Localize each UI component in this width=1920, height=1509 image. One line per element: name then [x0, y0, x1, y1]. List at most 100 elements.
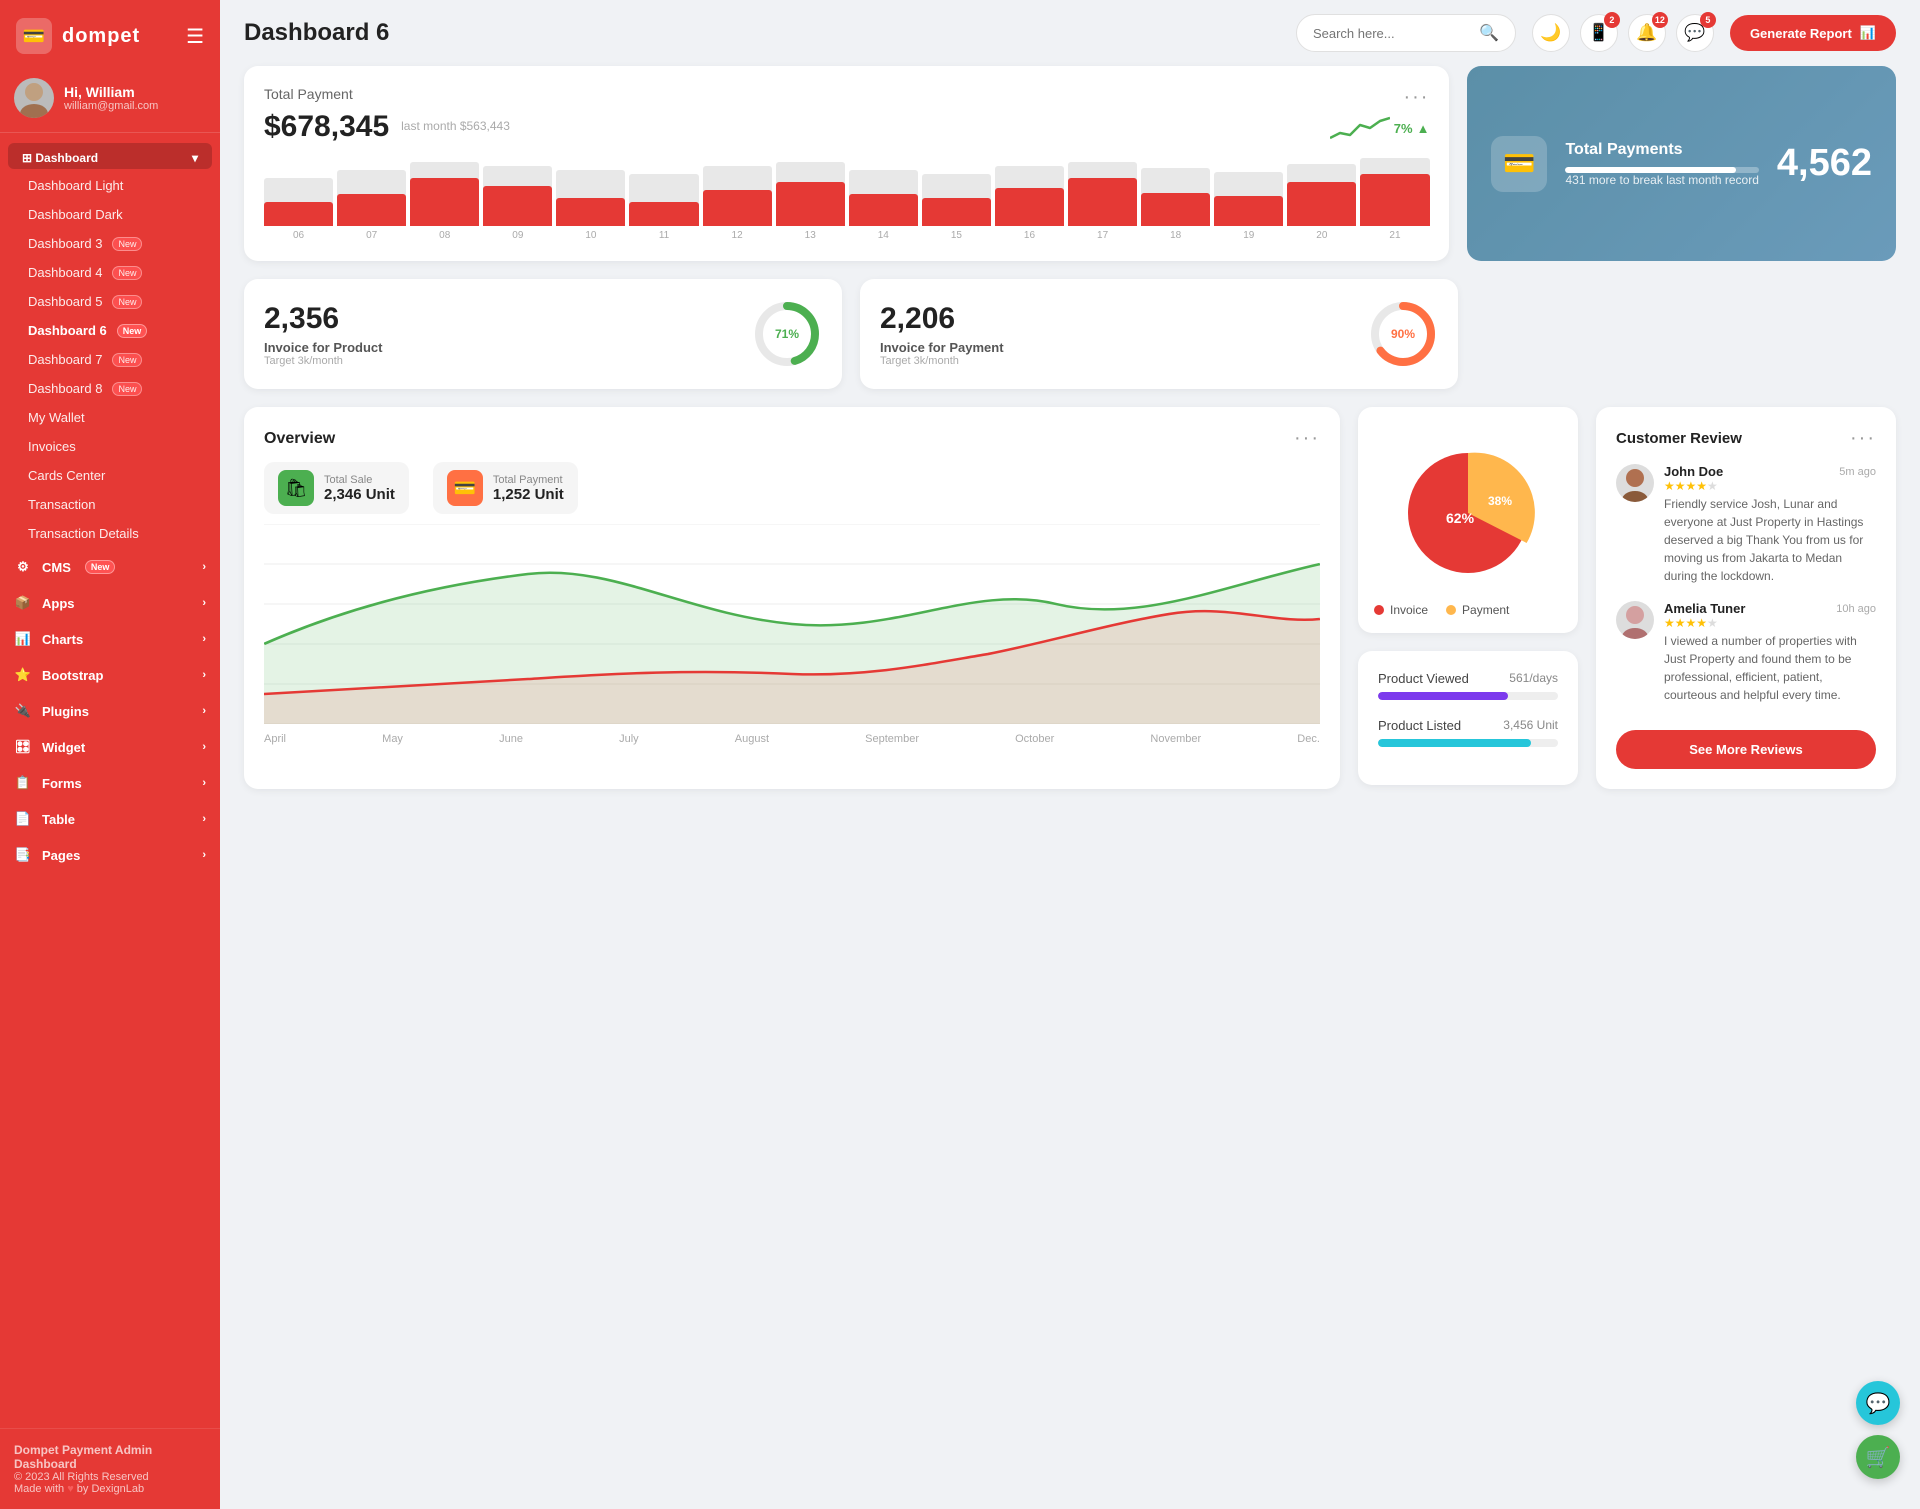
messages-btn[interactable]: 💬 5	[1676, 14, 1714, 52]
table-icon: 📄	[14, 811, 32, 827]
new-badge: New	[85, 560, 116, 574]
user-info: Hi, William william@gmail.com	[64, 84, 158, 112]
copyright: © 2023 All Rights Reserved	[14, 1471, 206, 1483]
sidebar-item-pages[interactable]: 📑 Pages ›	[0, 838, 220, 872]
notifications-btn[interactable]: 🔔 12	[1628, 14, 1666, 52]
forms-icon: 📋	[14, 775, 32, 791]
payment-legend: Payment	[1446, 603, 1509, 617]
total-payments-blue-card: 💳 Total Payments 431 more to break last …	[1467, 66, 1896, 261]
sidebar-item-dashboard-5[interactable]: Dashboard 5New	[0, 287, 220, 316]
fab-wrap: 💬 🛒	[1856, 1381, 1900, 1479]
pages-icon: 📑	[14, 847, 32, 863]
sidebar-item-dashboard-8[interactable]: Dashboard 8New	[0, 374, 220, 403]
trend-line-icon	[1330, 113, 1390, 143]
svg-text:38%: 38%	[1488, 494, 1512, 508]
reviewer-1-avatar	[1616, 464, 1654, 502]
product-viewed-fill	[1378, 692, 1508, 700]
content: Total Payment $678,345 last month $563,4…	[220, 66, 1920, 813]
more-options-btn[interactable]: ···	[1403, 86, 1429, 109]
card-header: Total Payment $678,345 last month $563,4…	[264, 86, 1429, 146]
sidebar-item-dashboard-dark[interactable]: Dashboard Dark	[0, 200, 220, 229]
username: Hi, William	[64, 84, 158, 100]
new-badge: New	[112, 382, 142, 396]
reviewer-2-stars: ★★★★★	[1664, 616, 1876, 630]
menu-toggle-icon[interactable]: ☰	[186, 24, 204, 49]
sidebar-item-plugins[interactable]: 🔌 Plugins ›	[0, 694, 220, 728]
product-viewed-value: 561/days	[1509, 671, 1558, 686]
star-icon: ⭐	[14, 667, 32, 683]
blue-card-number: 4,562	[1777, 142, 1872, 185]
payment-icon: 💳	[447, 470, 483, 506]
cart-fab[interactable]: 🛒	[1856, 1435, 1900, 1479]
row2-spacer	[1476, 279, 1896, 389]
review-more-btn[interactable]: ···	[1850, 427, 1876, 450]
row-2: 2,356 Invoice for Product Target 3k/mont…	[244, 279, 1896, 389]
chevron-right-icon: ›	[202, 777, 206, 789]
chat-fab[interactable]: 💬	[1856, 1381, 1900, 1425]
right-col: 62% 38% Invoice Payment	[1358, 407, 1578, 789]
total-payment-chip: 💳 Total Payment 1,252 Unit	[433, 462, 578, 514]
sidebar-item-transaction-details[interactable]: Transaction Details	[0, 519, 220, 548]
invoice-product-target: Target 3k/month	[264, 355, 382, 367]
trend-value: 7% ▲	[1330, 113, 1430, 143]
sidebar-item-dashboard-light[interactable]: Dashboard Light	[0, 171, 220, 200]
sidebar: 💳 dompet ☰ Hi, William william@gmail.com…	[0, 0, 220, 1509]
pie-legend: Invoice Payment	[1374, 603, 1562, 617]
sidebar-item-cms[interactable]: ⚙ CMS New ›	[0, 550, 220, 584]
invoice-payment-info: 2,206 Invoice for Payment Target 3k/mont…	[880, 302, 1004, 367]
total-payment-chip-label: Total Payment	[493, 474, 564, 486]
user-email: william@gmail.com	[64, 100, 158, 112]
product-viewed-label: Product Viewed	[1378, 671, 1469, 686]
donut-pct: 71%	[775, 327, 799, 341]
blue-card-sub: 431 more to break last month record	[1565, 173, 1758, 187]
sidebar-user: Hi, William william@gmail.com	[0, 68, 220, 133]
reviewer-2-avatar	[1616, 601, 1654, 639]
sidebar-item-my-wallet[interactable]: My Wallet	[0, 403, 220, 432]
pie-chart: 62% 38%	[1388, 433, 1548, 593]
total-payment-amount: $678,345	[264, 110, 389, 144]
apps-btn[interactable]: 📱 2	[1580, 14, 1618, 52]
sidebar-item-table[interactable]: 📄 Table ›	[0, 802, 220, 836]
theme-toggle-btn[interactable]: 🌙	[1532, 14, 1570, 52]
sidebar-item-dashboard-4[interactable]: Dashboard 4New	[0, 258, 220, 287]
bar-group	[483, 146, 552, 226]
product-listed-progress	[1378, 739, 1558, 747]
invoice-product-card: 2,356 Invoice for Product Target 3k/mont…	[244, 279, 842, 389]
charts-icon: 📊	[14, 631, 32, 647]
sidebar-item-transaction[interactable]: Transaction	[0, 490, 220, 519]
sidebar-item-cards-center[interactable]: Cards Center	[0, 461, 220, 490]
dashboard-nav-header[interactable]: ⊞ Dashboard ▾	[8, 143, 212, 169]
new-badge: New	[112, 266, 142, 280]
search-input[interactable]	[1313, 26, 1471, 41]
invoice-product-label: Invoice for Product	[264, 340, 382, 355]
bar-group	[995, 146, 1064, 226]
review-item-2: Amelia Tuner 10h ago ★★★★★ I viewed a nu…	[1616, 601, 1876, 704]
sidebar-item-charts[interactable]: 📊 Charts ›	[0, 622, 220, 656]
invoice-product-info: 2,356 Invoice for Product Target 3k/mont…	[264, 302, 382, 367]
sidebar-item-invoices[interactable]: Invoices	[0, 432, 220, 461]
bar-group	[849, 146, 918, 226]
sidebar-item-apps[interactable]: 📦 Apps ›	[0, 586, 220, 620]
invoice-product-value: 2,356	[264, 302, 382, 336]
search-bar[interactable]: 🔍	[1296, 14, 1516, 52]
row-1: Total Payment $678,345 last month $563,4…	[244, 66, 1896, 261]
sidebar-item-dashboard-7[interactable]: Dashboard 7New	[0, 345, 220, 374]
sidebar-item-dashboard-6[interactable]: Dashboard 6New	[0, 316, 220, 345]
x-axis-labels: April May June July August September Oct…	[264, 729, 1320, 749]
generate-report-button[interactable]: Generate Report 📊	[1730, 15, 1896, 51]
widget-icon: 🎛	[14, 739, 32, 755]
review-header: Customer Review ···	[1616, 427, 1876, 450]
invoice-payment-label: Invoice for Payment	[880, 340, 1004, 355]
reviewer-1-time: 5m ago	[1839, 466, 1876, 478]
reviewer-2-text: I viewed a number of properties with Jus…	[1664, 632, 1876, 704]
overview-more-btn[interactable]: ···	[1294, 427, 1320, 450]
invoice-legend: Invoice	[1374, 603, 1428, 617]
chevron-right-icon: ›	[202, 705, 206, 717]
sidebar-item-bootstrap[interactable]: ⭐ Bootstrap ›	[0, 658, 220, 692]
sidebar-item-forms[interactable]: 📋 Forms ›	[0, 766, 220, 800]
product-viewed-progress	[1378, 692, 1558, 700]
sidebar-item-dashboard-3[interactable]: Dashboard 3New	[0, 229, 220, 258]
sidebar-item-widget[interactable]: 🎛 Widget ›	[0, 730, 220, 764]
product-listed-fill	[1378, 739, 1531, 747]
see-more-reviews-button[interactable]: See More Reviews	[1616, 730, 1876, 769]
